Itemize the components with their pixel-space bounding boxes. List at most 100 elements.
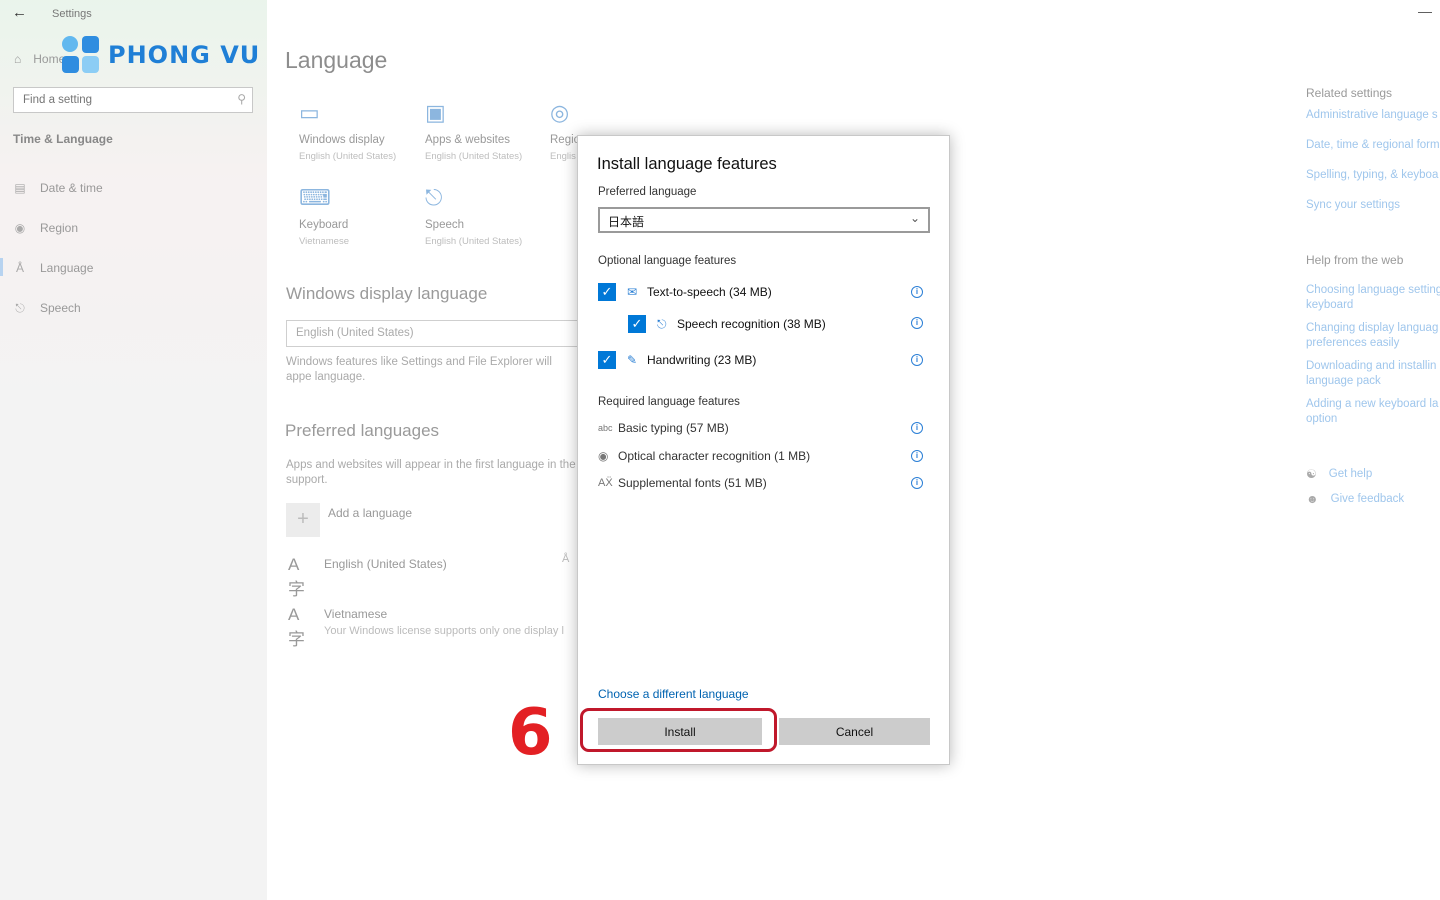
sidebar-item-home[interactable]: ⌂ Home <box>14 52 65 66</box>
abc-icon: abc <box>598 423 613 433</box>
feature-label: Supplemental fonts (51 MB) <box>618 476 767 490</box>
link-line: preferences easily <box>1306 337 1400 349</box>
sidebar-item-label: Speech <box>40 301 81 315</box>
sidebar-item-region[interactable]: ◉ Region <box>13 218 78 238</box>
tile-windows-display[interactable]: ▭ Windows display English (United States… <box>299 100 419 162</box>
sidebar-item-label: Date & time <box>40 181 103 195</box>
preferred-languages-heading: Preferred languages <box>285 421 440 440</box>
sidebar-section-title: Time & Language <box>13 132 113 146</box>
language-item-english[interactable]: A字 English (United States) <box>288 555 447 600</box>
tile-name: Windows display <box>299 134 385 146</box>
related-heading: Related settings <box>1306 86 1393 100</box>
laptop-icon: ▭ <box>299 100 320 125</box>
chevron-down-icon: ⌄ <box>909 211 920 225</box>
language-icon: A字 <box>288 605 305 649</box>
window-icon: ▣ <box>425 100 446 125</box>
keyboard-icon: ⌨ <box>299 185 331 210</box>
give-feedback-link[interactable]: ☻ Give feedback <box>1306 492 1440 506</box>
language-note: Your Windows license supports only one d… <box>324 625 564 637</box>
info-icon[interactable]: i <box>911 477 923 489</box>
settings-search[interactable]: ⚲ <box>13 87 253 113</box>
web-help-link[interactable]: Choosing language setting keyboard <box>1306 283 1440 313</box>
cancel-button[interactable]: Cancel <box>779 718 930 745</box>
language-item-vietnamese[interactable]: A字 Vietnamese Your Windows license suppo… <box>288 605 584 650</box>
logo-text: PHONG VU <box>108 41 261 69</box>
info-icon[interactable]: i <box>911 422 923 434</box>
related-link[interactable]: Spelling, typing, & keyboa <box>1306 169 1440 181</box>
sidebar-item-speech[interactable]: ⎋ Speech <box>13 298 81 318</box>
feature-text-to-speech[interactable]: ✓ ✉ Text-to-speech (34 MB) <box>598 283 772 301</box>
home-icon: ⌂ <box>14 52 22 66</box>
feature-speech-recognition[interactable]: ✓ ⎋ Speech recognition (38 MB) <box>628 315 826 333</box>
tile-name: Keyboard <box>299 219 349 231</box>
get-help-label: Get help <box>1328 468 1373 480</box>
feature-label: Optical character recognition (1 MB) <box>618 449 811 463</box>
web-help-link[interactable]: Downloading and installin language pack <box>1306 359 1440 389</box>
window-title: Settings <box>52 8 92 20</box>
tile-speech[interactable]: ⎋ Speech English (United States) <box>425 185 545 247</box>
dialog-title: Install language features <box>597 155 777 173</box>
feature-label: Text-to-speech (34 MB) <box>647 285 772 299</box>
checkbox-checked-icon[interactable]: ✓ <box>598 351 616 369</box>
feature-label: Handwriting (23 MB) <box>647 353 757 367</box>
display-language-description: Windows features like Settings and File … <box>286 356 552 383</box>
preferred-language-value: 日本語 <box>608 215 645 229</box>
tile-sub: Englis <box>550 151 576 162</box>
tile-name: Regio <box>550 134 580 146</box>
info-icon[interactable]: i <box>911 354 923 366</box>
display-language-badge-icon: Å <box>562 553 570 565</box>
search-input[interactable] <box>14 88 214 112</box>
sidebar-item-language[interactable]: Å Language <box>13 258 93 278</box>
related-link[interactable]: Sync your settings <box>1306 199 1440 211</box>
link-line: Choosing language setting <box>1306 284 1440 296</box>
font-icon: AẌ <box>598 477 613 489</box>
related-link[interactable]: Date, time & regional form <box>1306 139 1440 151</box>
get-help-link[interactable]: ☯ Get help <box>1306 467 1440 481</box>
info-icon[interactable]: i <box>911 286 923 298</box>
sidebar-item-label: Language <box>40 261 94 275</box>
watermark-logo: PHONG VU <box>62 36 260 74</box>
preferred-language-select[interactable]: 日本語 ⌄ <box>598 207 930 233</box>
add-language-label: Add a language <box>328 506 413 520</box>
choose-different-language-link[interactable]: Choose a different language <box>598 687 749 701</box>
checkbox-checked-icon[interactable]: ✓ <box>598 283 616 301</box>
link-line: Downloading and installin <box>1306 360 1437 372</box>
sidebar-item-date-time[interactable]: ▤ Date & time <box>13 178 103 198</box>
language-name: Vietnamese <box>324 607 388 621</box>
give-feedback-label: Give feedback <box>1330 493 1405 505</box>
pen-icon: ✎ <box>627 353 638 367</box>
add-language-button[interactable]: + Add a language <box>286 503 412 537</box>
info-icon[interactable]: i <box>911 450 923 462</box>
tile-region[interactable]: ◎ Regio Englis <box>550 100 580 162</box>
plus-icon: + <box>286 503 320 537</box>
install-language-dialog: Install language features Preferred lang… <box>577 135 950 765</box>
preferred-language-label: Preferred language <box>598 186 697 198</box>
web-help-link[interactable]: Adding a new keyboard la option <box>1306 397 1440 427</box>
related-link[interactable]: Administrative language s <box>1306 109 1440 121</box>
microphone-icon: ⎋ <box>657 316 667 331</box>
required-features-heading: Required language features <box>598 396 740 408</box>
tile-sub: English (United States) <box>299 151 397 162</box>
tts-icon: ✉ <box>627 285 638 299</box>
tile-keyboard[interactable]: ⌨ Keyboard Vietnamese <box>299 185 419 247</box>
link-line: Changing display languag <box>1306 322 1439 334</box>
web-help-link[interactable]: Changing display languag preferences eas… <box>1306 321 1440 351</box>
feature-handwriting[interactable]: ✓ ✎ Handwriting (23 MB) <box>598 351 756 369</box>
link-line: option <box>1306 413 1338 425</box>
display-language-select[interactable]: English (United States) <box>286 320 586 347</box>
feature-label: Basic typing (57 MB) <box>618 421 729 435</box>
link-line: Adding a new keyboard la <box>1306 398 1439 410</box>
feature-basic-typing: abc Basic typing (57 MB) <box>598 421 729 435</box>
checkbox-checked-icon[interactable]: ✓ <box>628 315 646 333</box>
web-help-heading: Help from the web <box>1306 253 1404 267</box>
tile-apps-websites[interactable]: ▣ Apps & websites English (United States… <box>425 100 545 162</box>
microphone-icon: ⎋ <box>15 300 25 315</box>
info-icon[interactable]: i <box>911 317 923 329</box>
logo-mark-icon <box>62 36 104 74</box>
back-arrow-icon[interactable]: ← <box>12 4 27 21</box>
minimize-button[interactable]: — <box>1418 3 1432 19</box>
display-language-heading: Windows display language <box>286 284 488 303</box>
sidebar: ← Settings ⌂ Home ⚲ Time & Language ▤ Da… <box>0 0 267 900</box>
globe-icon: ◉ <box>14 221 26 235</box>
install-highlight-box <box>580 708 777 752</box>
